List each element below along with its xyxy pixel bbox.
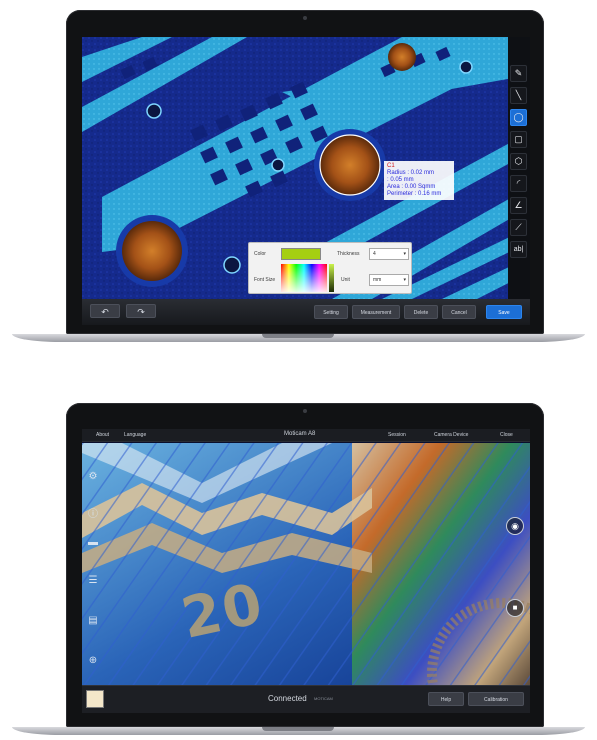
line-icon[interactable]: ╲ — [510, 87, 527, 104]
cancel-button[interactable]: Cancel — [442, 305, 476, 319]
gallery-icon[interactable]: ▤ — [86, 615, 100, 626]
app-title: Moticam A8 — [284, 431, 316, 437]
chevron-down-icon: ▾ — [403, 277, 406, 283]
status-bar: Connected MOTICAM Help Calibration — [82, 685, 530, 713]
unit-select[interactable]: mm ▾ — [369, 274, 409, 286]
polygon-icon[interactable]: ⬡ — [510, 153, 527, 170]
camera-mode-icon[interactable]: ▬ — [86, 537, 100, 548]
measurement-radius: Radius : 0.02 mm — [387, 170, 435, 176]
camera-dot — [303, 409, 307, 413]
info-icon[interactable]: ⓘ — [86, 505, 100, 520]
circle-icon[interactable]: ◯ — [510, 109, 527, 126]
close-menu[interactable]: Close — [500, 432, 513, 438]
camera-dot — [303, 16, 307, 20]
font-size-label: Font Size — [254, 277, 276, 283]
top-laptop-notch — [262, 334, 334, 338]
about-menu[interactable]: About — [96, 432, 109, 438]
thickness-value: 4 — [373, 251, 376, 257]
undo-button[interactable]: ↶ — [90, 304, 120, 318]
thumbnail[interactable] — [86, 690, 104, 708]
measurement-label[interactable]: C1 Radius : 0.02 mm : 0.05 mm Area : 0.0… — [384, 161, 454, 200]
thickness-select[interactable]: 4 ▾ — [369, 248, 409, 260]
bottom-laptop: About Language Moticam A8 Session Camera… — [0, 395, 597, 740]
ruler-icon[interactable]: ⟋ — [510, 219, 527, 236]
delete-button[interactable]: Delete — [404, 305, 438, 319]
redo-button[interactable]: ↷ — [126, 304, 156, 318]
measurement-radius2: : 0.05 mm — [387, 177, 414, 183]
angle-icon[interactable]: ∠ — [510, 197, 527, 214]
adjust-icon[interactable]: ☰ — [86, 575, 100, 586]
connection-detail: MOTICAM — [314, 696, 333, 701]
record-video-button[interactable]: ■ — [506, 599, 524, 617]
gear-icon[interactable]: ⚙ — [86, 471, 100, 482]
connection-status: Connected — [268, 694, 307, 703]
chevron-down-icon: ▾ — [403, 251, 406, 257]
app-top-bar: About Language Moticam A8 Session Camera… — [82, 429, 530, 442]
pencil-icon[interactable]: ✎ — [510, 65, 527, 82]
top-screen: C1 Radius : 0.02 mm : 0.05 mm Area : 0.0… — [82, 37, 530, 325]
coin-micro-image — [82, 443, 530, 685]
measurement-perimeter: Perimeter : 0.16 mm — [387, 191, 442, 197]
color-label: Color — [254, 251, 266, 257]
top-laptop: C1 Radius : 0.02 mm : 0.05 mm Area : 0.0… — [0, 0, 597, 350]
thickness-label: Thickness — [337, 251, 360, 257]
unit-label: Unit — [341, 277, 350, 283]
brightness-slider[interactable] — [329, 264, 334, 292]
bottom-screen: About Language Moticam A8 Session Camera… — [82, 429, 530, 713]
measurement-area: Area : 0.00 Sqmm — [387, 184, 436, 190]
bottom-laptop-bezel: About Language Moticam A8 Session Camera… — [66, 403, 544, 727]
bottom-toolbar: ↶ ↷ Setting Measurement Delete Cancel Sa… — [82, 299, 530, 325]
color-picker[interactable] — [281, 264, 327, 292]
measurement-button[interactable]: Measurement — [352, 305, 400, 319]
camera-device-menu[interactable]: Camera Device — [434, 432, 468, 438]
arc-icon[interactable]: ◜ — [510, 175, 527, 192]
color-swatch[interactable] — [281, 248, 321, 260]
text-icon[interactable]: ab| — [510, 241, 527, 258]
measurement-id: C1 — [387, 163, 395, 169]
calibration-button[interactable]: Calibration — [468, 692, 524, 706]
unit-value: mm — [373, 277, 382, 283]
language-menu[interactable]: Language — [124, 432, 146, 438]
session-menu[interactable]: Session — [388, 432, 406, 438]
tool-palette: ✎ ╲ ◯ ▢ ⬡ ◜ ∠ ⟋ ab| — [508, 37, 530, 299]
zoom-in-icon[interactable]: ⊕ — [86, 655, 100, 666]
capture-photo-button[interactable]: ◉ — [506, 517, 524, 535]
bottom-laptop-notch — [262, 727, 334, 731]
setting-button[interactable]: Setting — [314, 305, 348, 319]
rectangle-icon[interactable]: ▢ — [510, 131, 527, 148]
top-laptop-bezel: C1 Radius : 0.02 mm : 0.05 mm Area : 0.0… — [66, 10, 544, 334]
save-button[interactable]: Save — [486, 305, 522, 319]
settings-panel: Color Thickness 4 ▾ Font Size Unit mm ▾ — [248, 242, 412, 294]
help-button[interactable]: Help — [428, 692, 464, 706]
